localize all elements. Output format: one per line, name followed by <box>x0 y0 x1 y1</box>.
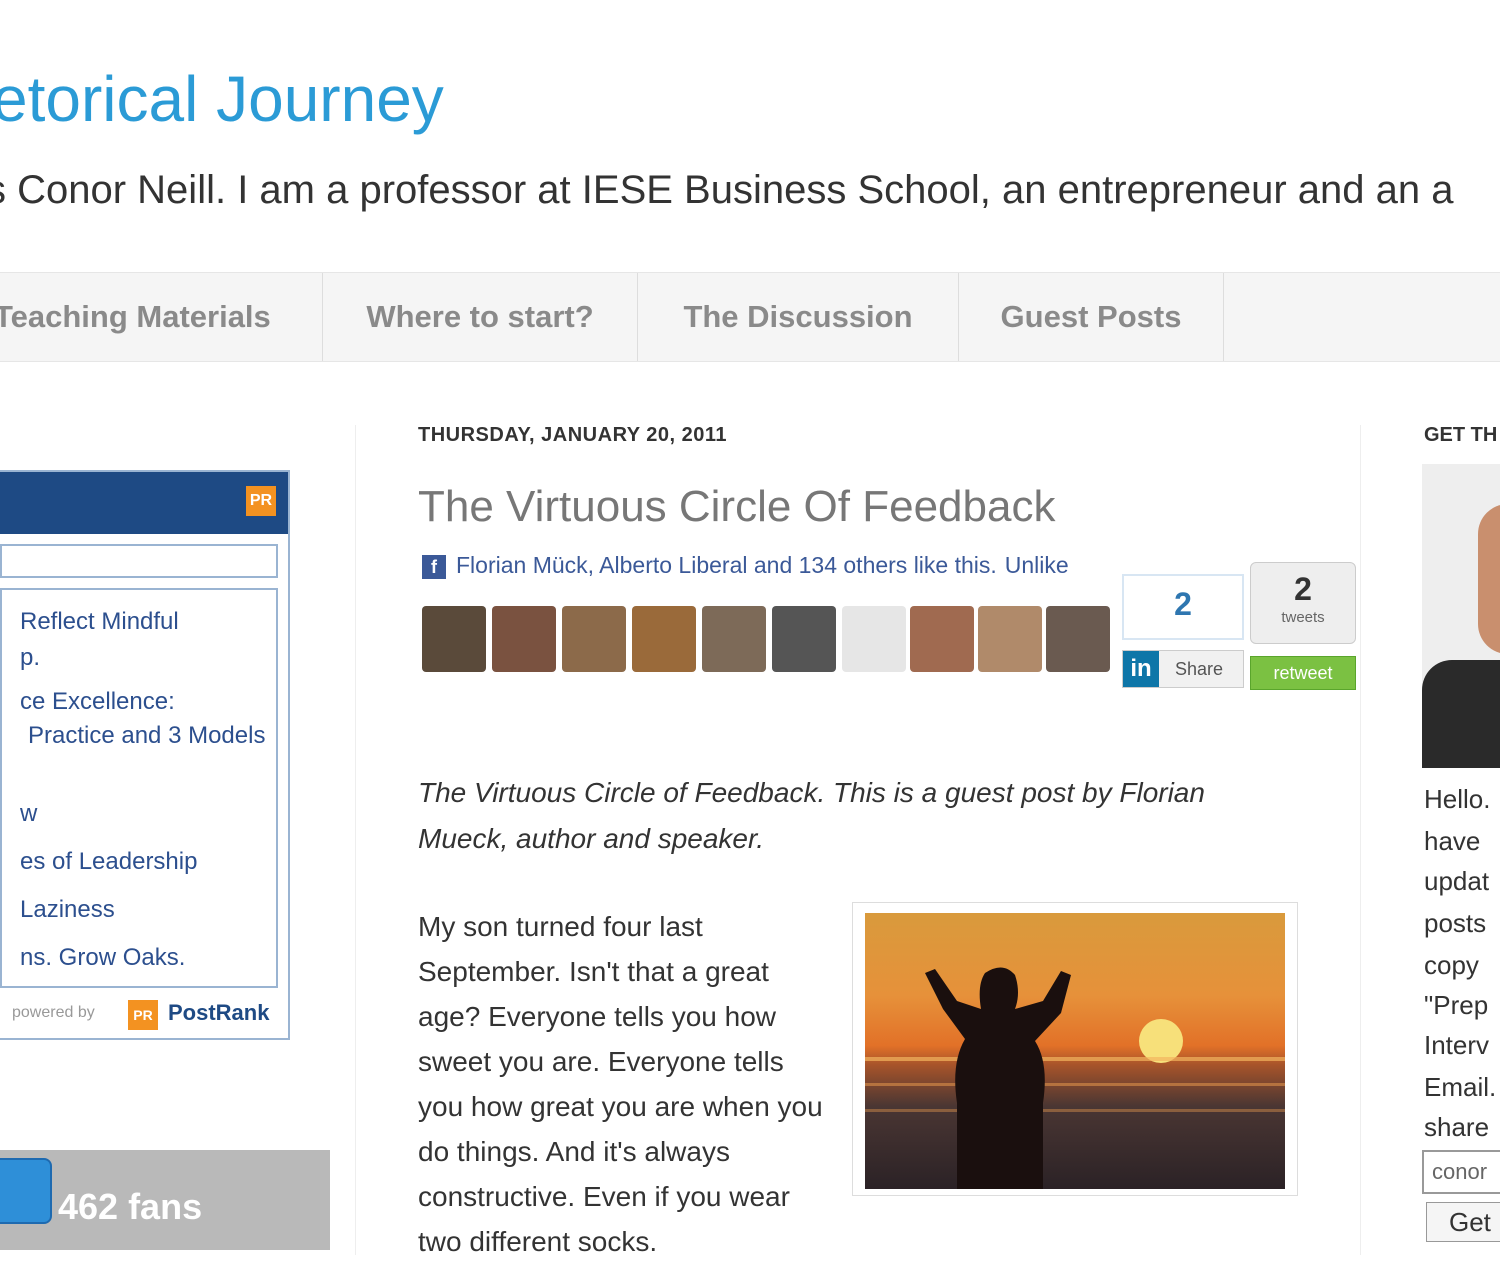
author-photo <box>1422 464 1500 768</box>
postrank-item[interactable]: p. <box>20 640 40 676</box>
fans-box[interactable]: 462 fans <box>0 1150 330 1250</box>
author-suit <box>1422 660 1500 768</box>
postrank-item[interactable]: w <box>20 796 37 832</box>
linkedin-count: 2 <box>1174 586 1192 622</box>
facebook-like-bar: f Florian Mück, Alberto Liberal and 134 o… <box>422 552 1069 579</box>
avatar[interactable] <box>632 606 696 672</box>
blog-description: s Conor Neill. I am a professor at IESE … <box>0 168 1454 212</box>
tab-teaching-materials[interactable]: Teaching Materials <box>0 273 323 361</box>
sidebar-text-line: Hello. <box>1424 784 1491 814</box>
avatar[interactable] <box>772 606 836 672</box>
avatar[interactable] <box>842 606 906 672</box>
subscribe-heading: GET TH <box>1424 424 1498 446</box>
post-paragraph: My son turned four last September. Isn't… <box>418 911 823 1257</box>
linkedin-icon: in <box>1123 651 1159 687</box>
post-title[interactable]: The Virtuous Circle Of Feedback <box>418 482 1055 532</box>
retweet-button[interactable]: retweet <box>1250 656 1356 690</box>
postrank-footer: powered by PR PostRank <box>0 992 288 1038</box>
postrank-logo[interactable]: PostRank <box>168 1000 269 1026</box>
sidebar-text-line: "Prep <box>1424 990 1489 1020</box>
postrank-item[interactable]: ce Excellence: <box>20 684 175 720</box>
facebook-icon: f <box>422 554 446 579</box>
sidebar-text-line: copy <box>1424 950 1479 980</box>
post-image-frame <box>852 902 1298 1196</box>
postrank-item[interactable]: Practice and 3 Models <box>28 718 265 754</box>
nav-bar: Teaching Materials Where to start? The D… <box>0 272 1500 362</box>
postrank-item[interactable]: ns. Grow Oaks. <box>20 940 185 976</box>
facebook-like-text[interactable]: Florian Mück, Alberto Liberal and 134 ot… <box>456 552 997 578</box>
tweet-count-unit: tweets <box>1281 609 1325 626</box>
sidebar-text-line: Email. <box>1424 1072 1497 1102</box>
fans-icon <box>0 1158 52 1224</box>
avatar[interactable] <box>492 606 556 672</box>
postrank-widget: PR Reflect Mindful p. ce Excellence: Pra… <box>0 470 290 1040</box>
tweet-count: 2 <box>1294 571 1312 607</box>
post-intro: The Virtuous Circle of Feedback. This is… <box>418 777 1205 854</box>
avatar[interactable] <box>978 606 1042 672</box>
postrank-header: PR <box>0 472 288 534</box>
postrank-item[interactable]: Laziness <box>20 892 115 928</box>
powered-by-label: powered by <box>12 1004 95 1021</box>
author-head <box>1478 504 1500 654</box>
sidebar-text-line: updat <box>1424 866 1490 896</box>
retweet-label: retweet <box>1273 663 1333 683</box>
email-field[interactable] <box>1422 1150 1500 1194</box>
fans-count: 462 fans <box>58 1186 203 1227</box>
avatar[interactable] <box>702 606 766 672</box>
tweet-count-box: 2 tweets <box>1250 562 1356 644</box>
sidebar-text-line: have <box>1424 826 1481 856</box>
postrank-logo-icon: PR <box>128 1000 158 1030</box>
sidebar-text-line: share <box>1424 1112 1490 1142</box>
postrank-item[interactable]: es of Leadership <box>20 844 197 880</box>
avatar[interactable] <box>562 606 626 672</box>
post-date: THURSDAY, JANUARY 20, 2011 <box>418 424 728 446</box>
avatar[interactable] <box>422 606 486 672</box>
post-image[interactable] <box>865 913 1285 1189</box>
rss-icon[interactable]: PR <box>246 486 276 516</box>
linkedin-count-box: 2 <box>1122 574 1244 640</box>
avatar[interactable] <box>910 606 974 672</box>
tab-where-to-start[interactable]: Where to start? <box>323 273 638 361</box>
linkedin-share-button[interactable]: in Share <box>1122 650 1244 688</box>
sidebar-text-line: posts <box>1424 908 1487 938</box>
sidebar-text-line: Interv <box>1424 1030 1490 1060</box>
blog-title[interactable]: etorical Journey <box>0 62 444 136</box>
postrank-item[interactable]: Reflect Mindful <box>20 604 179 640</box>
tab-the-discussion[interactable]: The Discussion <box>638 273 959 361</box>
facebook-unlike-link[interactable]: Unlike <box>1005 552 1069 578</box>
avatar[interactable] <box>1046 606 1110 672</box>
get-button[interactable]: Get <box>1426 1202 1500 1242</box>
postrank-search-input[interactable] <box>0 544 278 578</box>
linkedin-share-label: Share <box>1175 659 1224 679</box>
tab-guest-posts[interactable]: Guest Posts <box>959 273 1224 361</box>
postrank-list: Reflect Mindful p. ce Excellence: Practi… <box>0 588 278 988</box>
